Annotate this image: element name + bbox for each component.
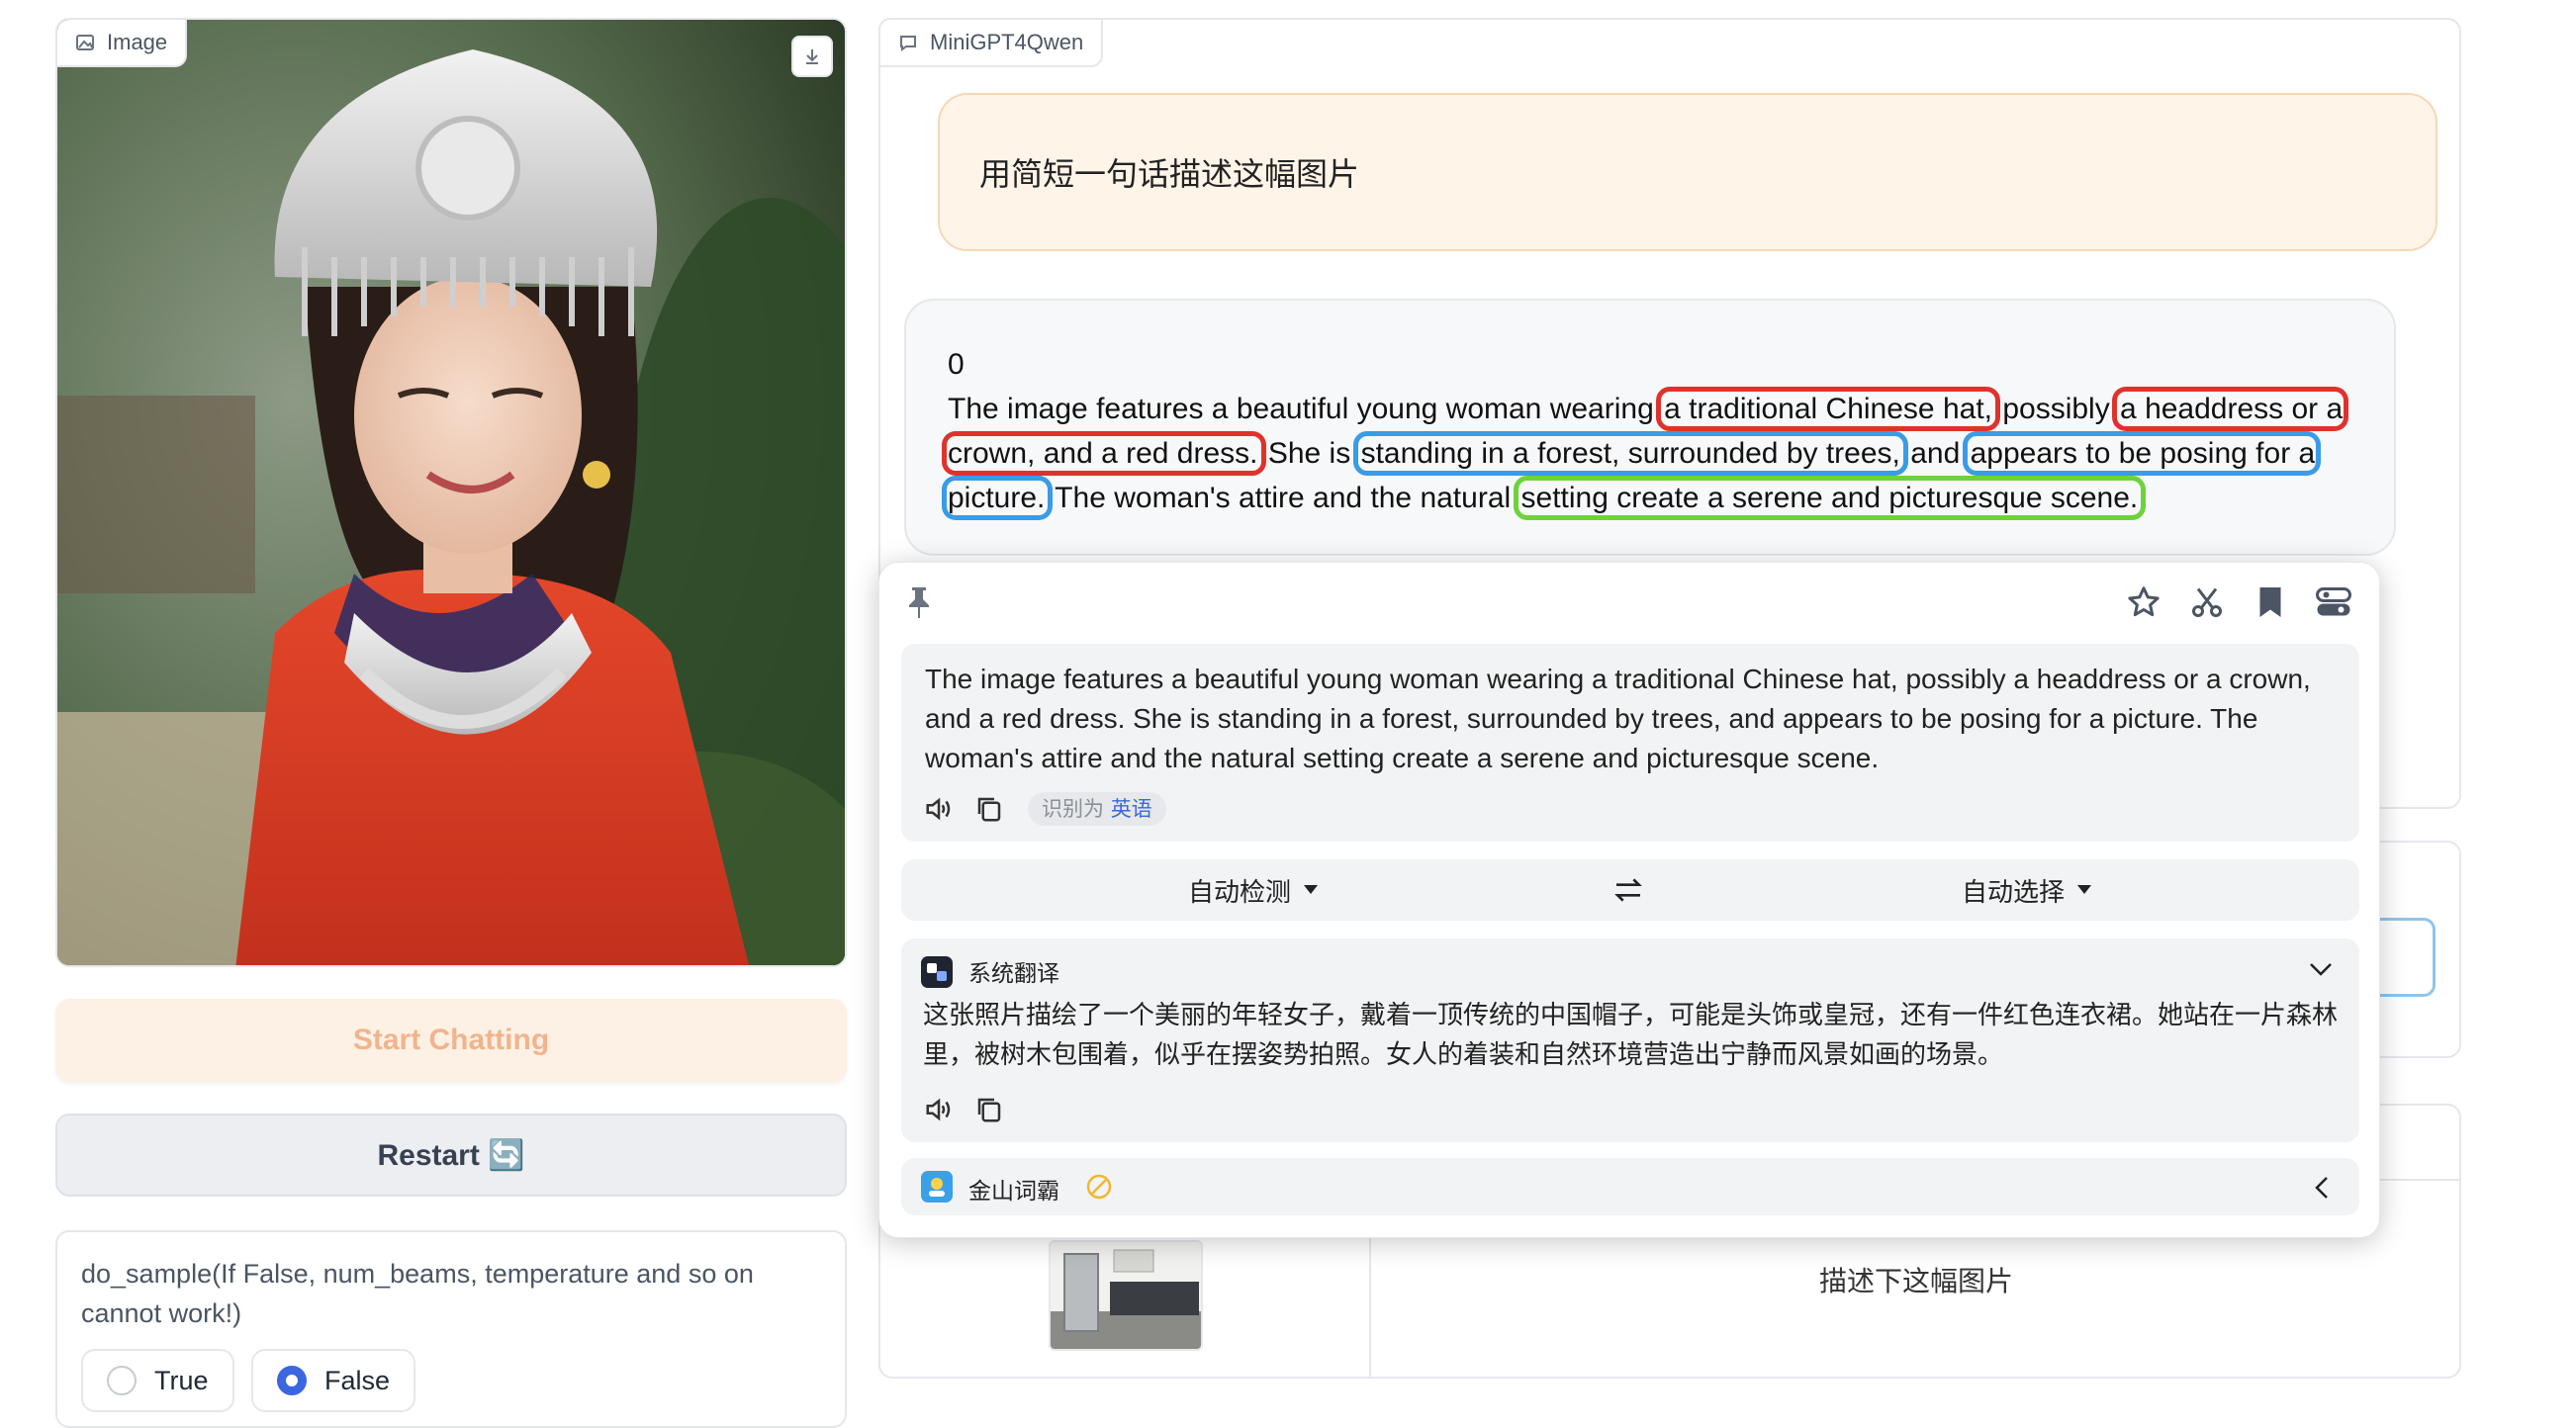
disabled-icon <box>1085 1173 1113 1201</box>
bot-message-index: 0 <box>948 348 965 381</box>
download-icon <box>802 46 822 66</box>
chat-icon <box>898 33 918 52</box>
kitchen-photo <box>1051 1242 1201 1349</box>
bookmark-icon[interactable] <box>2253 584 2288 620</box>
bot-message-bubble: 0 The image features a beautiful young w… <box>904 299 2396 556</box>
translation-text[interactable]: 这张照片描绘了一个美丽的年轻女子，戴着一顶传统的中国帽子，可能是头饰或皇冠，还有… <box>923 996 2344 1075</box>
speaker-icon[interactable] <box>923 794 955 824</box>
chatbot-tab-label: MiniGPT4Qwen <box>930 30 1084 54</box>
star-icon[interactable] <box>2126 584 2162 620</box>
user-message-bubble: 用简短一句话描述这幅图片 <box>938 93 2438 251</box>
uploaded-photo <box>57 20 845 965</box>
restart-button[interactable]: Restart 🔄 <box>55 1114 847 1197</box>
bot-text-segment: and <box>1901 437 1969 470</box>
radio-true-label: True <box>154 1365 209 1395</box>
radio-true[interactable]: True <box>81 1349 234 1412</box>
detected-prefix: 识别为 <box>1042 797 1104 821</box>
engine-name: 系统翻译 <box>968 961 1059 987</box>
image-tab: Image <box>57 20 188 67</box>
highlight-scene: setting create a serene and picturesque … <box>1513 476 2147 520</box>
bot-text-segment: She is <box>1259 437 1359 470</box>
source-text-block: The image features a beautiful young wom… <box>901 644 2359 842</box>
radio-false-label: False <box>324 1365 391 1395</box>
speaker-icon[interactable] <box>923 1095 955 1124</box>
source-text[interactable]: The image features a beautiful young wom… <box>925 660 2330 778</box>
detected-language-badge: 识别为 英语 <box>1028 792 1166 826</box>
system-translation-block: 系统翻译 这张照片描绘了一个美丽的年轻女子，戴着一顶传统的中国帽子，可能是头饰或… <box>901 938 2359 1142</box>
radio-false[interactable]: False <box>251 1349 416 1412</box>
scissors-icon[interactable] <box>2189 584 2225 620</box>
source-language-label: 自动检测 <box>1188 877 1292 908</box>
toggle-panel-icon[interactable] <box>2314 584 2353 620</box>
language-selector: 自动检测 自动选择 <box>901 859 2359 921</box>
start-chatting-button[interactable]: Start Chatting <box>55 999 847 1082</box>
bot-text-segment: The woman's attire and the natural <box>1047 482 1519 514</box>
bot-message-text: The image features a beautiful young wom… <box>941 387 2354 520</box>
dictionary-row[interactable]: 金山词霸 <box>901 1158 2359 1215</box>
detected-language: 英语 <box>1110 797 1152 821</box>
translation-popup: The image features a beautiful young wom… <box>878 562 2380 1238</box>
example-thumbnail[interactable] <box>1049 1240 1203 1351</box>
image-panel: Image <box>55 18 847 967</box>
chevron-left-icon[interactable] <box>2314 1175 2330 1201</box>
highlight-forest: standing in a forest, surrounded by tree… <box>1352 431 1908 476</box>
highlight-hat: a traditional Chinese hat, <box>1656 387 2000 431</box>
chevron-down-icon[interactable] <box>2308 960 2334 978</box>
system-translate-logo-icon <box>921 956 953 988</box>
swap-icon[interactable] <box>1611 874 1645 906</box>
image-icon <box>75 33 95 52</box>
radio-false-circle <box>277 1366 307 1395</box>
sampling-panel: do_sample(If False, num_beams, temperatu… <box>55 1230 847 1428</box>
dictionary-name: 金山词霸 <box>968 1179 1059 1205</box>
source-language-select[interactable]: 自动检测 <box>1188 859 1319 921</box>
sampling-label: do_sample(If False, num_beams, temperatu… <box>81 1259 754 1328</box>
user-message-text: 用简短一句话描述这幅图片 <box>979 155 1360 193</box>
target-language-label: 自动选择 <box>1962 877 2066 908</box>
chatbot-tab: MiniGPT4Qwen <box>878 18 1104 67</box>
radio-true-circle <box>107 1366 137 1395</box>
dictionary-logo-icon <box>921 1171 953 1203</box>
bot-text-segment: possibly <box>1993 393 2119 425</box>
caret-down-icon <box>2076 884 2092 896</box>
copy-icon[interactable] <box>974 1095 1004 1124</box>
image-tab-label: Image <box>107 30 168 54</box>
pin-icon[interactable] <box>905 584 933 620</box>
target-language-select[interactable]: 自动选择 <box>1962 859 2092 921</box>
caret-down-icon <box>1303 884 1319 896</box>
download-button[interactable] <box>791 36 833 77</box>
bot-text-segment: The image features a beautiful young wom… <box>948 393 1663 425</box>
copy-icon[interactable] <box>974 794 1004 824</box>
